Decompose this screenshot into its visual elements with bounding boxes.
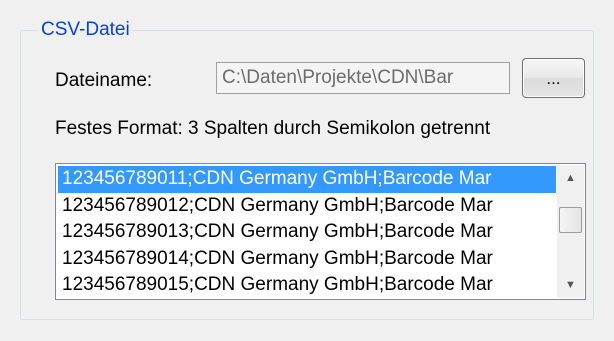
- vertical-scrollbar[interactable]: ▲ ▼: [557, 165, 584, 298]
- scroll-down-arrow-icon[interactable]: ▼: [557, 274, 584, 296]
- filename-label: Dateiname:: [55, 70, 153, 91]
- list-item[interactable]: 123456789013;CDN Germany GmbH;Barcode Ma…: [58, 219, 556, 246]
- list-item[interactable]: 123456789012;CDN Germany GmbH;Barcode Ma…: [58, 193, 556, 220]
- browse-button[interactable]: ...: [522, 58, 585, 98]
- scroll-up-arrow-icon[interactable]: ▲: [557, 167, 584, 189]
- format-description: Festes Format: 3 Spalten durch Semikolon…: [55, 118, 491, 139]
- list-items: 123456789011;CDN Germany GmbH;Barcode Ma…: [58, 166, 556, 299]
- list-item[interactable]: 123456789015;CDN Germany GmbH;Barcode Ma…: [58, 272, 556, 299]
- list-item[interactable]: 123456789014;CDN Germany GmbH;Barcode Ma…: [58, 246, 556, 273]
- filename-field[interactable]: C:\Daten\Projekte\CDN\Bar: [216, 62, 510, 94]
- scroll-thumb[interactable]: [559, 207, 582, 233]
- csv-preview-listbox[interactable]: 123456789011;CDN Germany GmbH;Barcode Ma…: [55, 163, 586, 300]
- groupbox-title: CSV-Datei: [38, 17, 133, 43]
- list-item[interactable]: 123456789011;CDN Germany GmbH;Barcode Ma…: [58, 166, 556, 193]
